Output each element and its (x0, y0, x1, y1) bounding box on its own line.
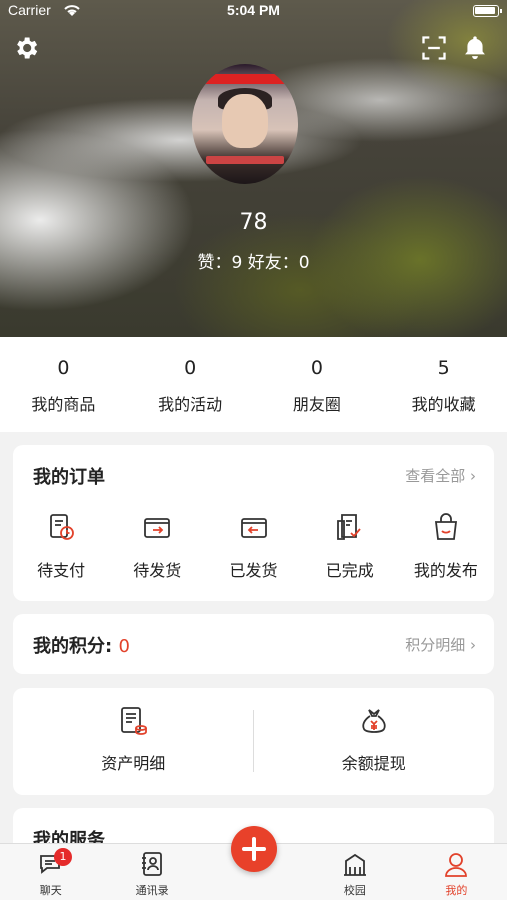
count-number: 0 (57, 357, 70, 379)
count-label: 朋友圈 (292, 395, 341, 414)
order-label: 我的发布 (413, 561, 478, 580)
user-profile-icon (445, 853, 468, 877)
order-shipped[interactable]: 已发货 (205, 511, 301, 581)
count-my-favorites[interactable]: 5 我的收藏 (380, 337, 507, 432)
points-label: 我的积分: (33, 636, 119, 657)
pending-payment-icon (50, 514, 74, 540)
order-label: 待支付 (37, 561, 86, 580)
orders-title: 我的订单 (33, 467, 105, 488)
profile-header: Carrier 5:04 PM 78 赞：9 好友：0 (0, 0, 507, 337)
campus-building-icon (343, 853, 366, 876)
count-moments[interactable]: 0 朋友圈 (254, 337, 381, 432)
user-score: 78 (239, 210, 268, 235)
unread-badge: 1 (54, 848, 72, 866)
order-label: 已完成 (325, 561, 374, 580)
count-number: 5 (437, 357, 450, 379)
likes-friends-stats: 赞：9 好友：0 (197, 253, 310, 273)
avatar[interactable] (192, 64, 298, 184)
count-label: 我的商品 (31, 395, 96, 414)
settings-gear-icon[interactable] (12, 34, 42, 64)
order-pending-payment[interactable]: 待支付 (13, 511, 109, 581)
points-title: 我的积分: 0 (33, 632, 130, 658)
asset-details-button[interactable]: 资产明细 (13, 688, 254, 795)
view-all-orders-link[interactable]: 查看全部 › (405, 465, 476, 486)
battery-icon (473, 5, 502, 17)
tab-me[interactable]: 我的 (406, 844, 507, 900)
balance-withdraw-label: 余额提现 (341, 754, 406, 773)
tab-label: 通讯录 (135, 884, 169, 897)
my-points-card[interactable]: 我的积分: 0 积分明细 › (13, 614, 494, 674)
completed-icon (336, 514, 361, 540)
stats-counts-row: 0 我的商品 0 我的活动 0 朋友圈 5 我的收藏 (0, 337, 507, 432)
tab-chat[interactable]: 1 聊天 (0, 844, 101, 900)
contacts-book-icon (142, 852, 163, 876)
count-my-products[interactable]: 0 我的商品 (0, 337, 127, 432)
tab-campus[interactable]: 校园 (304, 844, 405, 900)
points-value: 0 (118, 636, 130, 657)
scan-icon[interactable] (420, 34, 450, 64)
notification-bell-icon[interactable] (461, 34, 491, 64)
asset-details-icon (121, 707, 148, 735)
asset-details-label: 资产明细 (101, 754, 166, 773)
avatar-caption-bar (202, 74, 288, 84)
count-number: 0 (184, 357, 197, 379)
balance-withdraw-button[interactable]: 余额提现 (254, 688, 495, 795)
pending-shipment-icon (144, 518, 171, 538)
order-my-posts[interactable]: 我的发布 (398, 511, 494, 581)
assets-card: 资产明细 余额提现 (13, 688, 494, 795)
tab-label: 校园 (343, 884, 366, 897)
count-my-activities[interactable]: 0 我的活动 (127, 337, 254, 432)
avatar-face (222, 94, 268, 148)
money-bag-icon (362, 709, 386, 733)
count-label: 我的活动 (158, 395, 223, 414)
add-post-plus-button[interactable] (231, 826, 277, 872)
count-number: 0 (310, 357, 323, 379)
shipped-icon (240, 518, 267, 538)
clock-label: 5:04 PM (227, 2, 280, 18)
order-label: 待发货 (133, 561, 182, 580)
tab-label: 聊天 (39, 884, 62, 897)
order-completed[interactable]: 已完成 (302, 511, 398, 581)
points-detail-link[interactable]: 积分明细 › (405, 634, 476, 655)
order-label: 已发货 (229, 561, 278, 580)
count-label: 我的收藏 (411, 395, 476, 414)
tab-label: 我的 (445, 884, 468, 897)
tab-contacts[interactable]: 通讯录 (101, 844, 202, 900)
avatar-subtitle-bar (206, 156, 284, 164)
order-pending-shipment[interactable]: 待发货 (109, 511, 205, 581)
status-bar: Carrier 5:04 PM (0, 0, 507, 22)
my-posts-icon (434, 513, 457, 540)
my-orders-card: 我的订单 查看全部 › 待支付 待发货 已发货 已完成 我的发布 (13, 445, 494, 601)
